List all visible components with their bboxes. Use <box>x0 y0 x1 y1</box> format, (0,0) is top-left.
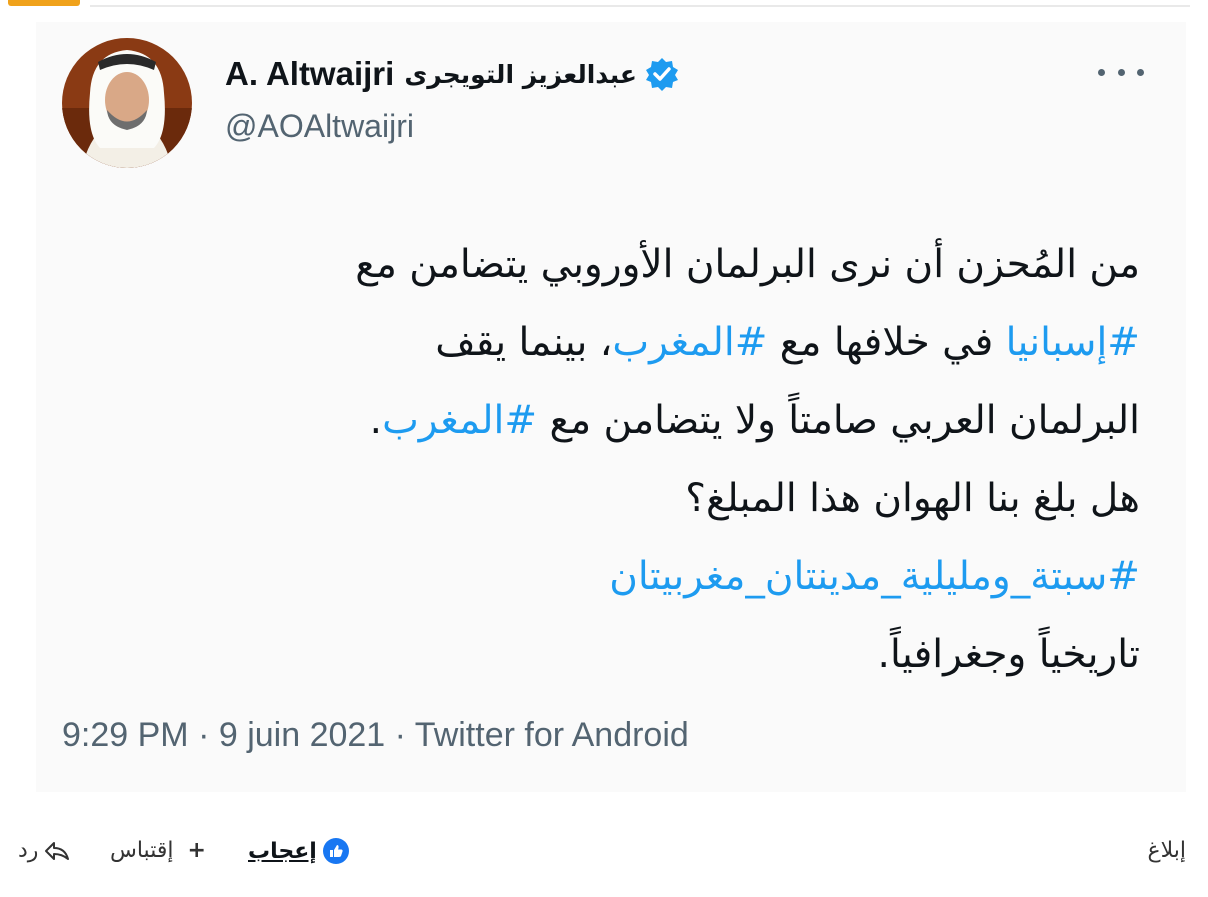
tweet-line-3: البرلمان العربي صامتاً ولا يتضامن مع #ال… <box>90 382 1140 460</box>
more-dots-icon[interactable] <box>1098 60 1144 84</box>
tweet-line-5: #سبتة_ومليلية_مدينتان_مغربيتان <box>90 538 1140 616</box>
quote-button[interactable]: إقتباس + <box>110 838 206 863</box>
tweet-line-2-mid: في خلافها مع <box>767 320 1006 365</box>
hashtag-spain[interactable]: #إسبانيا <box>1006 320 1140 365</box>
hashtag-morocco[interactable]: #المغرب <box>612 320 767 365</box>
report-label: إبلاغ <box>1147 838 1187 863</box>
tweet-line-1: من المُحزن أن نرى البرلمان الأوروبي يتضا… <box>355 242 1140 287</box>
post-actions-bar: رد إقتباس + إعجاب إبلاغ <box>0 824 1208 884</box>
thumbs-up-icon <box>322 838 349 864</box>
like-label: إعجاب <box>248 838 317 864</box>
plus-icon: + <box>187 838 206 863</box>
hashtag-ceuta-melilla[interactable]: #سبتة_ومليلية_مدينتان_مغربيتان <box>609 554 1140 599</box>
hashtag-morocco-2[interactable]: #المغرب <box>382 398 537 443</box>
user-handle[interactable]: @AOAltwaijri <box>225 108 414 145</box>
tweet-meta: 9:29 PM · 9 juin 2021 · Twitter for Andr… <box>62 716 689 754</box>
user-name-ar: عبدالعزيز التويجرى <box>404 59 638 89</box>
tweet-line-4: هل بلغ بنا الهوان هذا المبلغ؟ <box>685 476 1140 521</box>
quote-label: إقتباس <box>110 838 174 863</box>
reply-button[interactable]: رد <box>18 838 70 863</box>
verified-badge-icon <box>645 57 679 91</box>
reply-label: رد <box>18 838 39 863</box>
like-button[interactable]: إعجاب <box>248 838 349 864</box>
report-button[interactable]: إبلاغ <box>1148 838 1187 863</box>
facebook-post-view: A. Altwaijri عبدالعزيز التويجرى @AOAltwa… <box>0 0 1208 897</box>
tweet-text: من المُحزن أن نرى البرلمان الأوروبي يتضا… <box>90 226 1140 694</box>
tweet-line-6: تاريخياً وجغرافياً. <box>877 632 1140 677</box>
user-name-en: A. Altwaijri <box>225 55 395 92</box>
tweet-line-3-end: . <box>369 398 383 443</box>
top-accent-tab <box>8 0 80 6</box>
tweet-line-2-end: ، بينما يقف <box>435 320 613 365</box>
tweet-line-3-text: البرلمان العربي صامتاً ولا يتضامن مع <box>537 398 1140 443</box>
avatar[interactable] <box>62 38 192 168</box>
tweet-line-2: #إسبانيا في خلافها مع #المغرب، بينما يقف <box>90 304 1140 382</box>
user-name-row[interactable]: A. Altwaijri عبدالعزيز التويجرى <box>225 52 679 96</box>
top-divider <box>90 5 1190 7</box>
reply-arrow-icon <box>44 840 70 862</box>
